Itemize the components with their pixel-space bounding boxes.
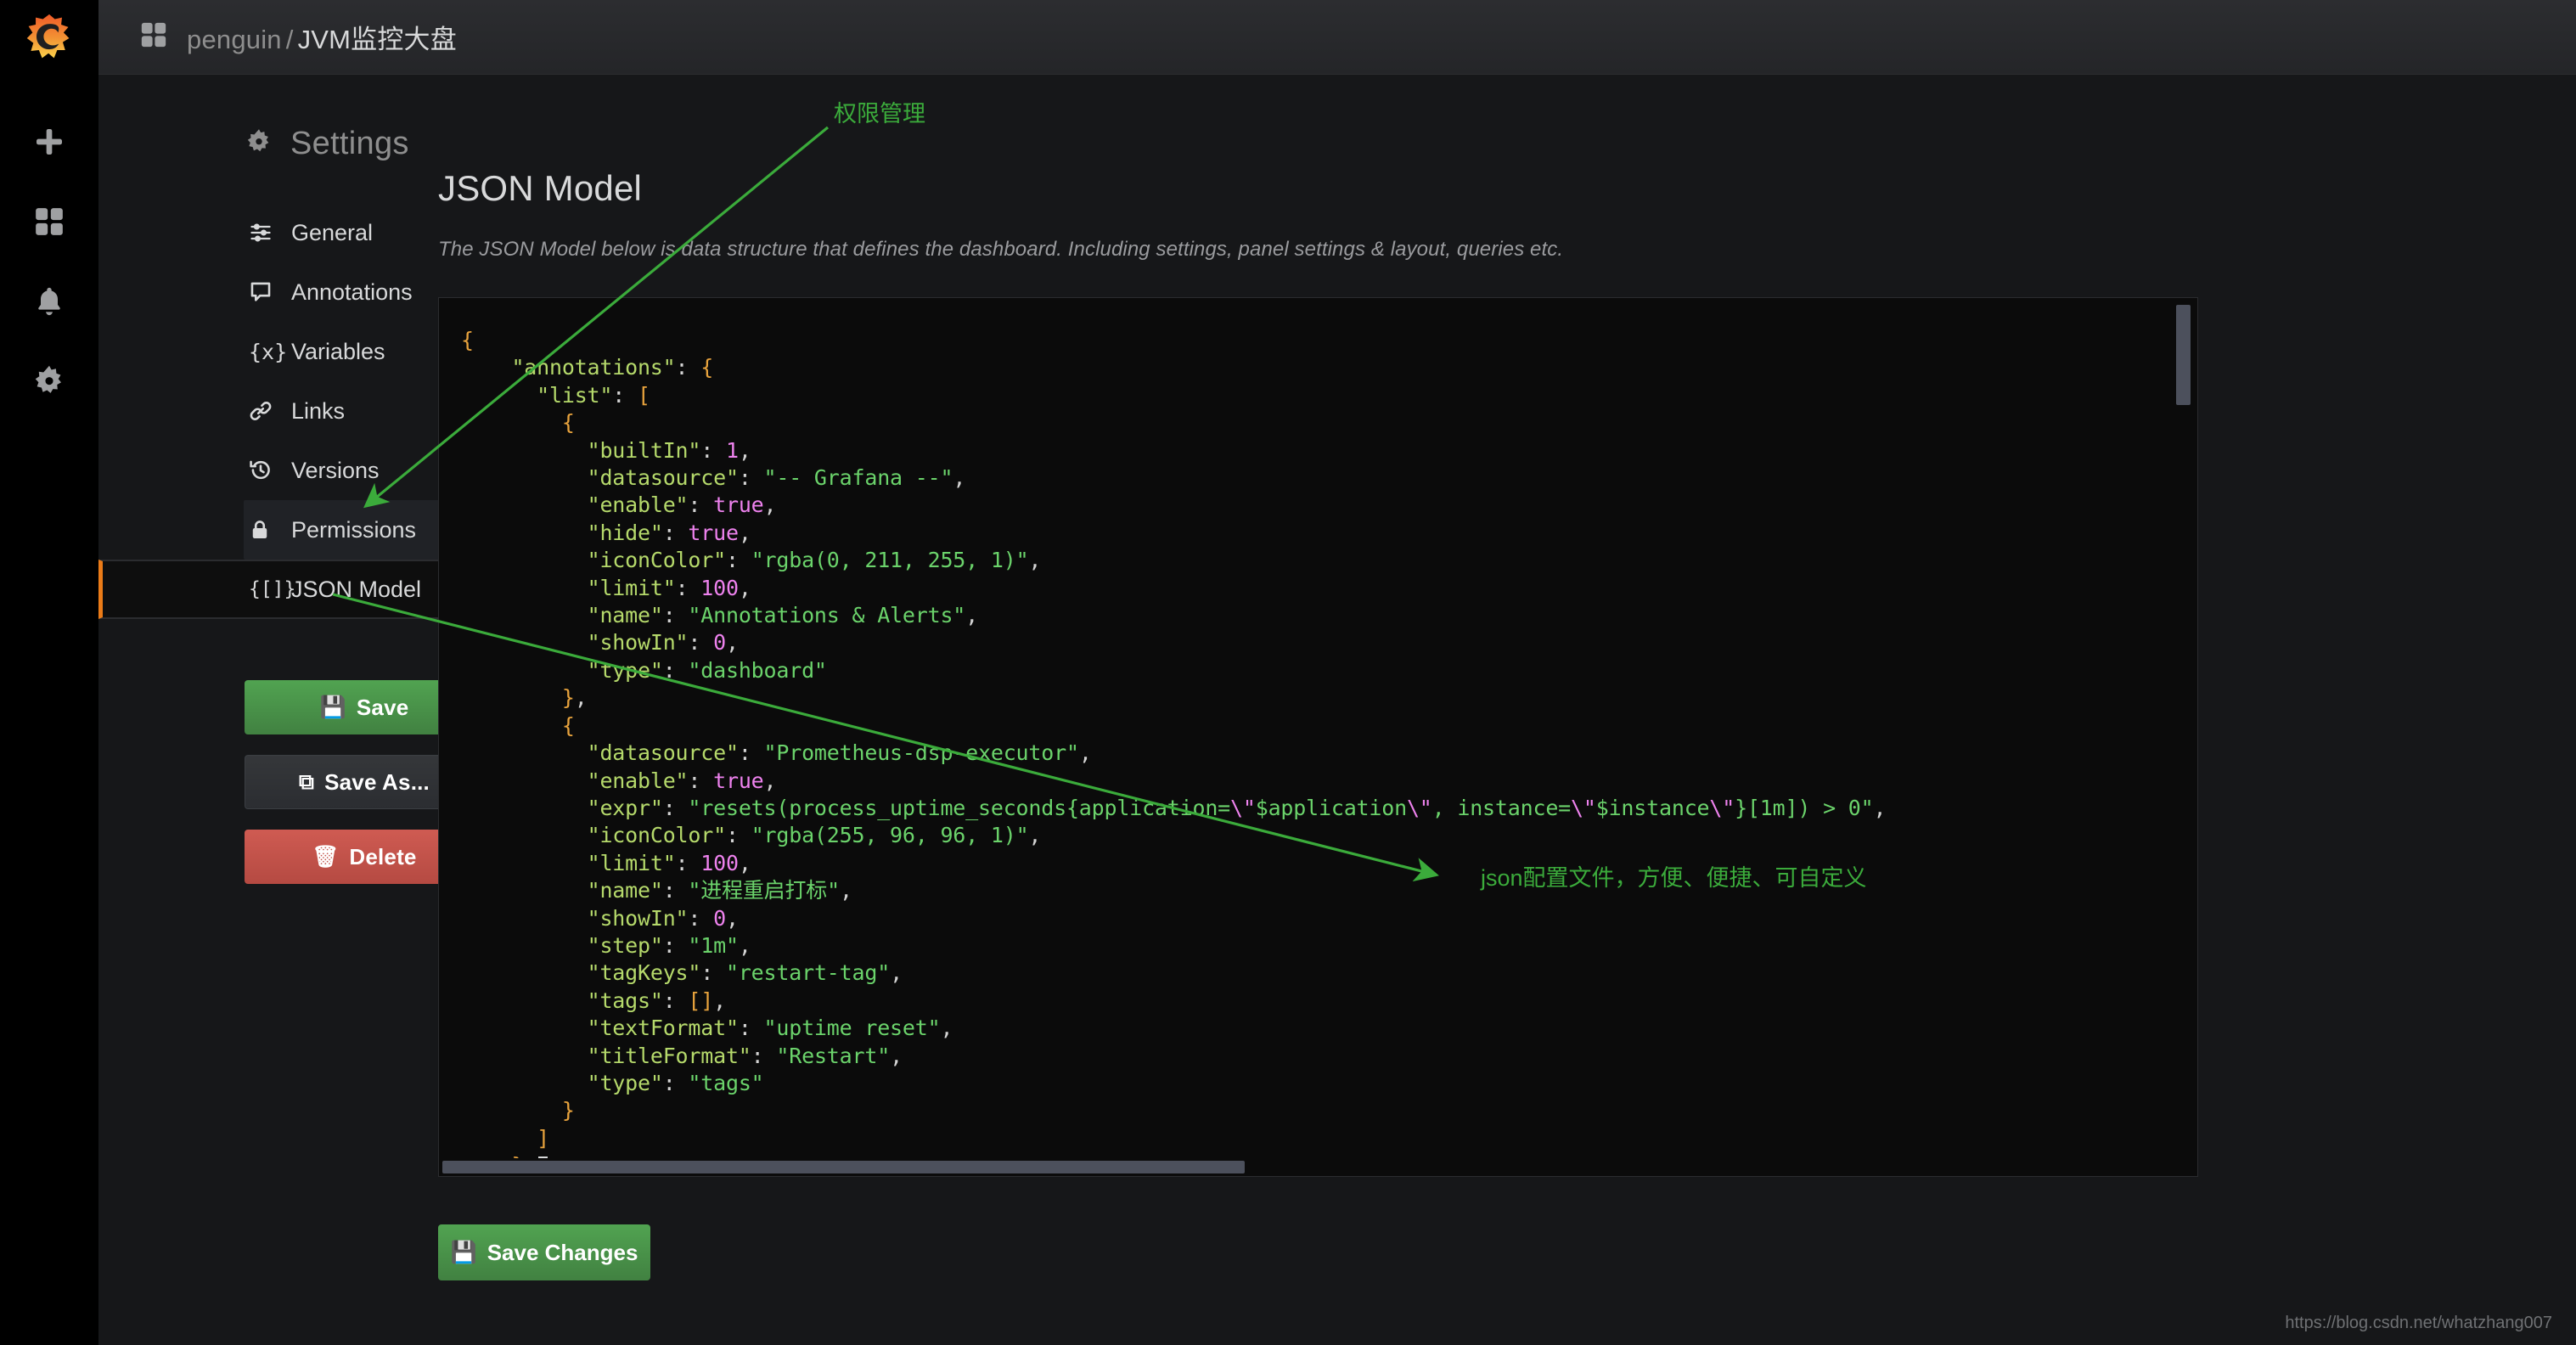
bell-icon-svg	[32, 284, 66, 318]
sidebar-item-label: General	[291, 220, 373, 246]
settings-action-buttons: 💾 Save ⧉ Save As... 🗑 Delete	[98, 680, 438, 884]
sidebar-item-label: Permissions	[291, 517, 416, 543]
grafana-logo-icon[interactable]	[0, 0, 98, 75]
save-as-button-label: Save As...	[324, 769, 430, 796]
breadcrumb: penguin/JVM监控大盘	[187, 18, 457, 56]
sliders-icon	[249, 221, 278, 245]
dashboard-grid-icon-svg	[139, 20, 168, 49]
grafana-app: penguin/JVM监控大盘 Settings	[0, 0, 2576, 1345]
dashboards-icon-svg	[32, 205, 66, 239]
left-icon-rail	[0, 0, 98, 1345]
link-icon-svg	[249, 399, 273, 423]
copy-icon: ⧉	[299, 769, 314, 795]
sidebar-item-variables[interactable]: {x} Variables	[98, 322, 438, 381]
settings-nav: General Annotations {x} Variables	[98, 203, 438, 619]
lock-icon-svg	[249, 518, 271, 542]
grafana-logo-svg	[24, 12, 75, 63]
gear-icon-svg	[245, 127, 273, 156]
json-model-icon: {[]}	[249, 580, 278, 599]
save-changes-label: Save Changes	[487, 1240, 638, 1266]
main-column: penguin/JVM监控大盘 Settings	[98, 0, 2576, 1345]
comment-icon	[249, 280, 278, 304]
dashboard-grid-icon[interactable]	[139, 20, 168, 53]
editor-vertical-scrollbar[interactable]	[2176, 305, 2191, 405]
sidebar-item-general[interactable]: General	[98, 203, 438, 262]
page-title: JSON Model	[438, 168, 2576, 209]
editor-horizontal-scrollbar-thumb[interactable]	[442, 1161, 1245, 1173]
link-icon	[249, 399, 278, 423]
top-navigation-bar: penguin/JVM监控大盘	[98, 0, 2576, 75]
sidebar-item-annotations[interactable]: Annotations	[98, 262, 438, 322]
sidebar-item-links[interactable]: Links	[98, 381, 438, 441]
gear-icon[interactable]	[0, 341, 98, 421]
sidebar-item-label: Links	[291, 398, 345, 425]
sidebar-item-label: JSON Model	[291, 577, 421, 603]
delete-button-label: Delete	[349, 844, 416, 870]
sidebar-item-versions[interactable]: Versions	[98, 441, 438, 500]
editor-horizontal-scrollbar-track[interactable]	[439, 1158, 2197, 1176]
variable-icon: {x}	[249, 341, 278, 363]
dashboards-icon[interactable]	[0, 182, 98, 262]
save-icon: 💾	[320, 695, 346, 720]
save-changes-button[interactable]: 💾 Save Changes	[438, 1224, 650, 1280]
json-editor[interactable]: { "annotations": { "list": [ { "builtIn"…	[438, 297, 2198, 1177]
watermark: https://blog.csdn.net/whatzhang007	[2285, 1314, 2552, 1333]
json-model-content: JSON Model The JSON Model below is data …	[438, 75, 2576, 1345]
breadcrumb-folder[interactable]: penguin	[187, 25, 282, 54]
settings-title: Settings	[290, 126, 409, 162]
history-icon-svg	[249, 459, 273, 482]
page-description: The JSON Model below is data structure t…	[438, 238, 2576, 262]
lock-icon	[249, 518, 278, 542]
breadcrumb-separator: /	[282, 25, 298, 54]
history-icon	[249, 459, 278, 482]
gear-icon-svg	[31, 363, 67, 399]
save-icon: 💾	[451, 1240, 477, 1265]
json-editor-code[interactable]: { "annotations": { "list": [ { "builtIn"…	[439, 298, 2197, 1177]
bell-icon[interactable]	[0, 262, 98, 341]
save-button-label: Save	[357, 695, 409, 721]
sliders-icon-svg	[249, 221, 273, 245]
sidebar-item-label: Annotations	[291, 279, 413, 306]
sidebar-item-label: Versions	[291, 458, 380, 484]
sidebar-item-permissions[interactable]: Permissions	[98, 500, 438, 560]
plus-icon-svg	[32, 125, 66, 159]
gear-icon	[245, 127, 273, 160]
sidebar-item-json-model[interactable]: {[]} JSON Model	[98, 560, 438, 619]
plus-icon[interactable]	[0, 102, 98, 182]
settings-sidebar: Settings	[98, 75, 438, 1345]
settings-header: Settings	[98, 126, 438, 162]
body-region: Settings	[98, 75, 2576, 1345]
breadcrumb-dashboard-title[interactable]: JVM监控大盘	[298, 25, 457, 54]
sidebar-item-label: Variables	[291, 339, 385, 365]
trash-icon: 🗑	[312, 844, 339, 869]
comment-icon-svg	[249, 280, 273, 304]
